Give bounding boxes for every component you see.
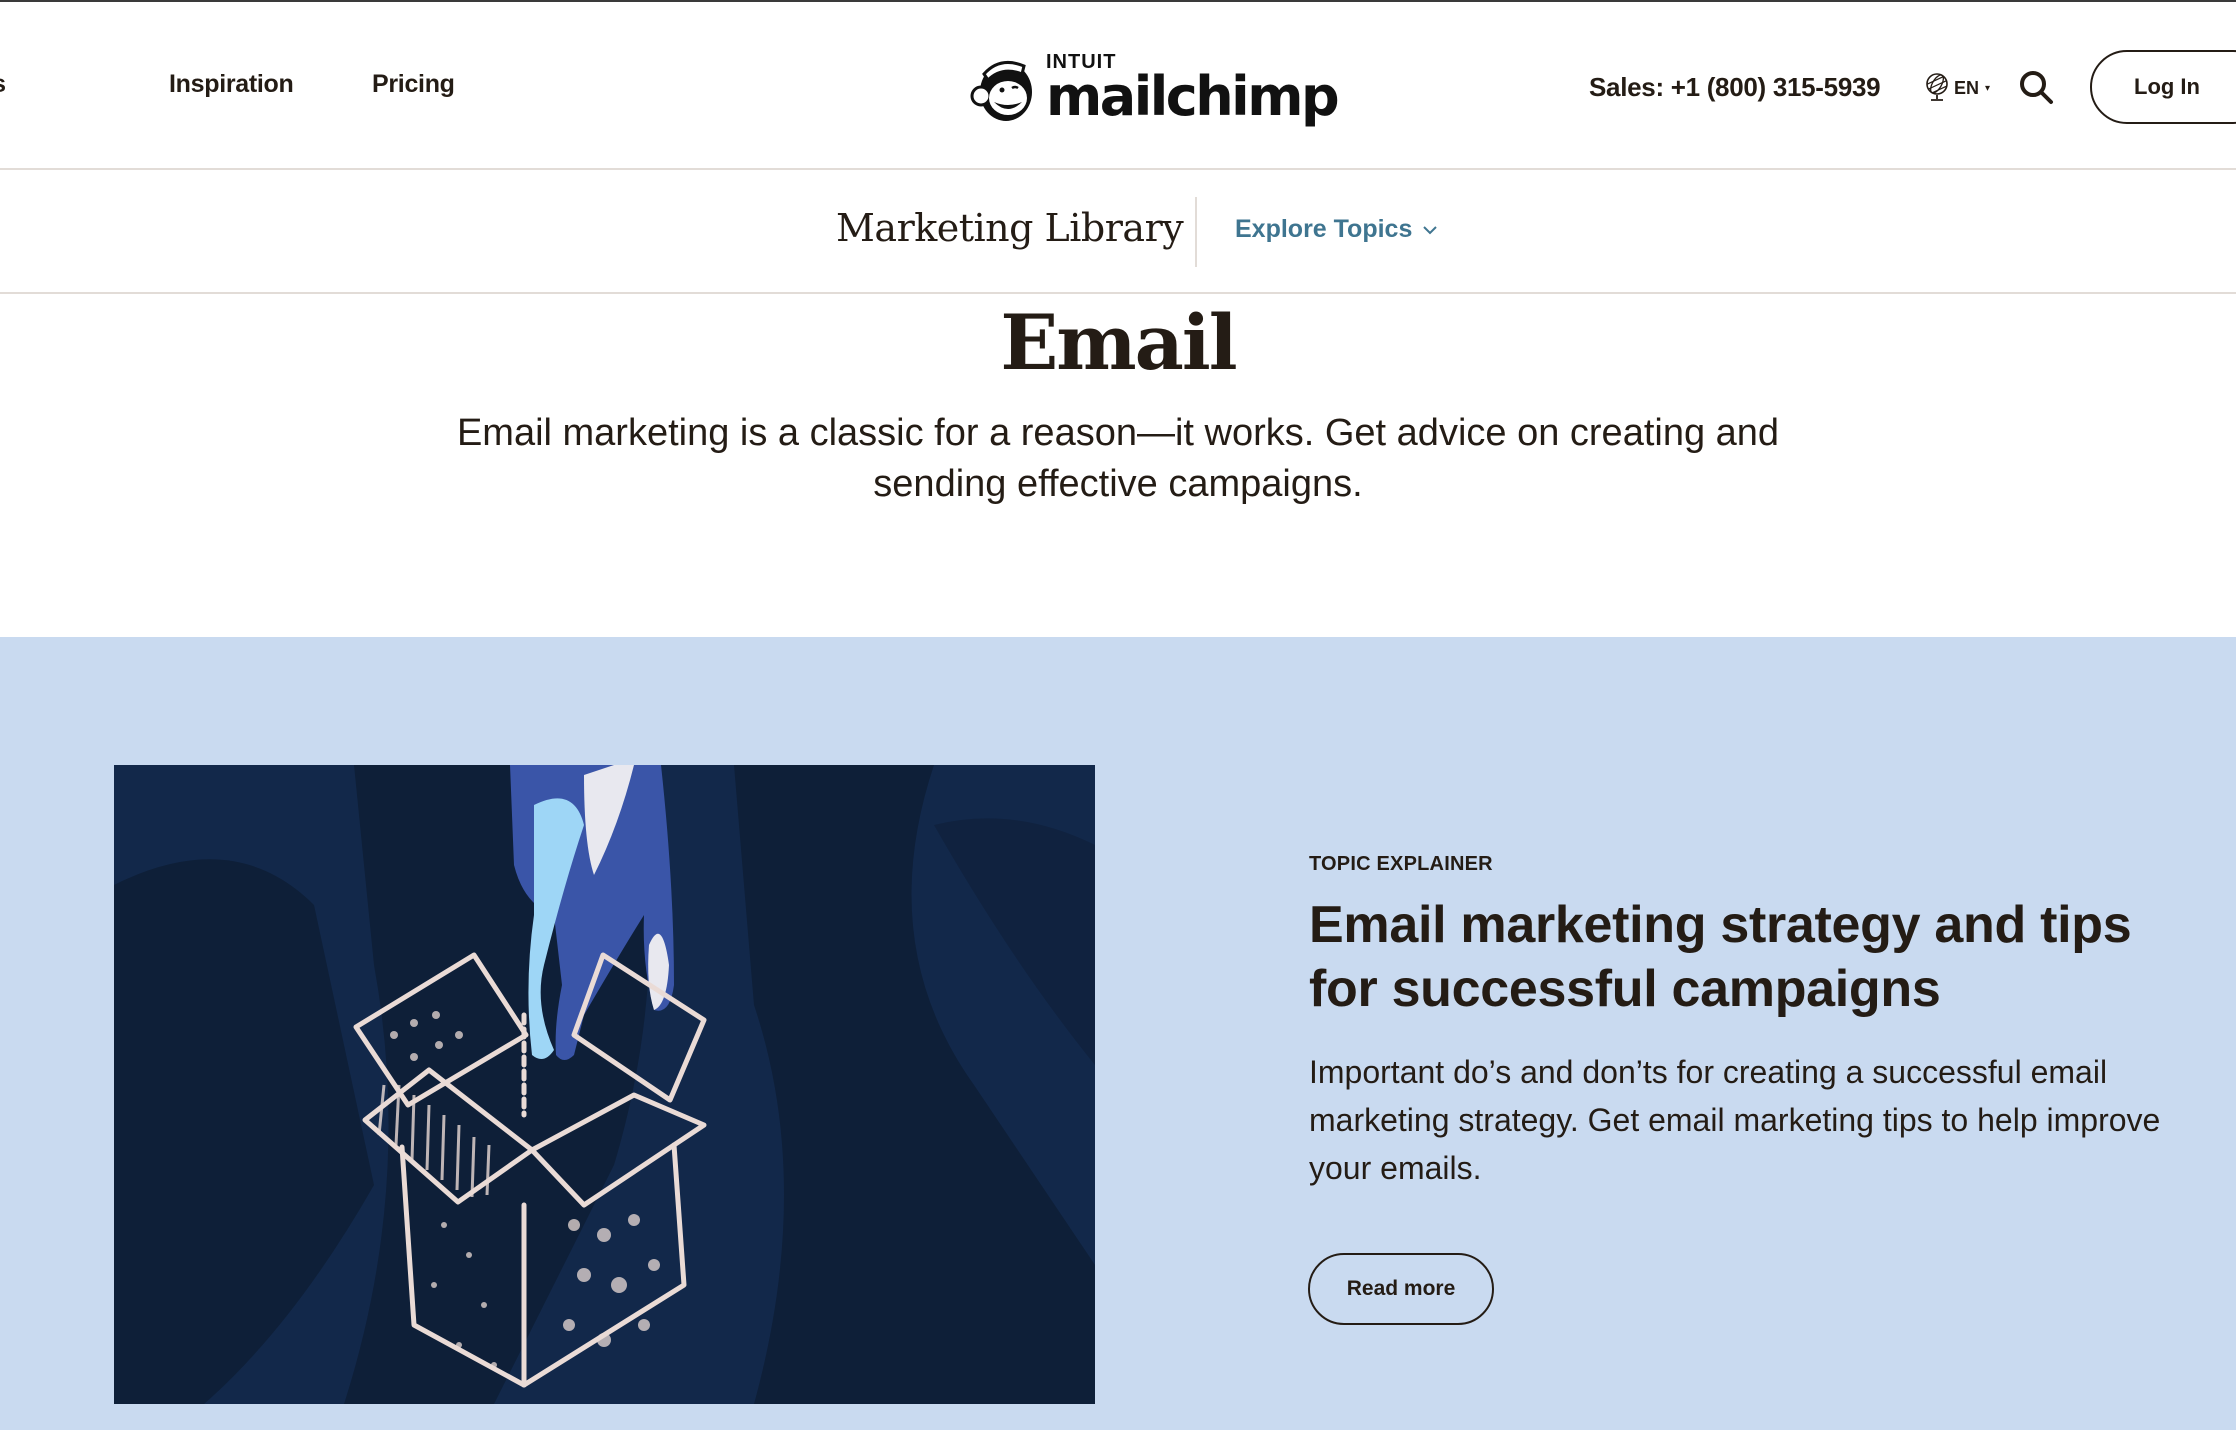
article-summary: Important do’s and don’ts for creating a… bbox=[1309, 1054, 2161, 1186]
search-icon bbox=[2020, 71, 2053, 104]
article-category: TOPIC EXPLAINER bbox=[1309, 853, 1493, 875]
library-title[interactable]: Marketing Library bbox=[836, 206, 1184, 250]
globe-icon bbox=[1926, 73, 1948, 101]
logo-brand-text: mailchimp bbox=[1046, 65, 1340, 128]
nav-link-resources[interactable]: sources bbox=[0, 70, 6, 99]
caret-down-icon: ▾ bbox=[1985, 82, 1991, 94]
global-header: sources Inspiration Pricing INTUIT mailc… bbox=[0, 2, 2236, 170]
hand-box-illustration bbox=[114, 765, 1095, 1404]
nav-link-inspiration[interactable]: Inspiration bbox=[169, 70, 294, 99]
article-title[interactable]: Email marketing strategy and tips for su… bbox=[1309, 893, 2189, 1021]
featured-article: TOPIC EXPLAINER Email marketing strategy… bbox=[0, 637, 2236, 1430]
explore-topics-label: Explore Topics bbox=[1235, 215, 1413, 243]
explore-topics-dropdown[interactable]: Explore Topics bbox=[1235, 215, 1438, 244]
mailchimp-logo[interactable]: INTUIT mailchimp bbox=[970, 50, 1340, 128]
page-title: Email bbox=[1000, 298, 1237, 387]
login-button[interactable]: Log In bbox=[2090, 50, 2236, 124]
logo-wordmark: INTUIT mailchimp bbox=[1046, 52, 1340, 128]
sales-phone[interactable]: Sales: +1 (800) 315-5939 bbox=[1589, 72, 1881, 103]
featured-article-image[interactable] bbox=[114, 765, 1095, 1404]
subnav-divider bbox=[1195, 197, 1197, 267]
nav-link-pricing[interactable]: Pricing bbox=[372, 70, 455, 99]
read-more-button[interactable]: Read more bbox=[1308, 1253, 1494, 1325]
search-button[interactable] bbox=[2017, 68, 2057, 108]
freddie-monkey-icon bbox=[970, 60, 1032, 121]
language-label: EN bbox=[1954, 77, 1980, 98]
language-selector[interactable]: EN ▾ bbox=[1924, 72, 1990, 104]
chevron-down-icon bbox=[1423, 225, 1438, 234]
library-subnav: Marketing Library Explore Topics bbox=[0, 172, 2236, 294]
page-description: Email marketing is a classic for a reaso… bbox=[456, 412, 1780, 505]
